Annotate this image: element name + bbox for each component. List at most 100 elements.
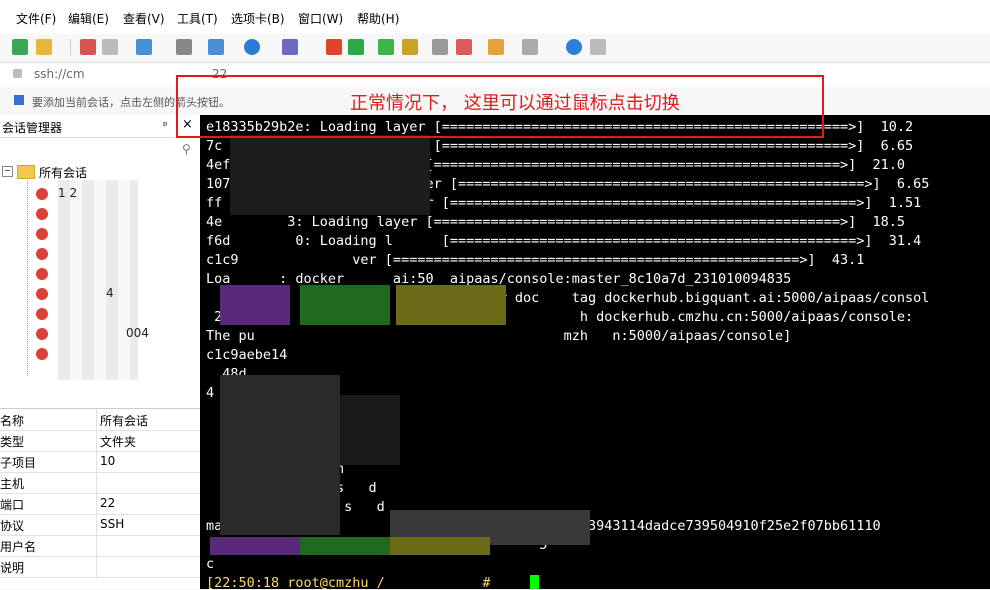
menu-item[interactable]: 窗口(W) <box>298 10 343 27</box>
terminal-line: c <box>206 556 215 572</box>
new-session-icon[interactable] <box>12 39 28 55</box>
property-value: 所有会话 <box>100 414 149 428</box>
terminal-line: f6d 0: Loading l [======================… <box>206 233 922 249</box>
terminal-line: The pu mzh n:5000/aipaas/console] <box>206 328 792 344</box>
collapse-icon[interactable]: − <box>2 166 13 177</box>
property-key: 协议 <box>0 519 25 533</box>
column-divider <box>96 451 97 472</box>
terminal-line: [22:50:18 root@cmzhu / # <box>206 575 499 589</box>
session-icon <box>36 208 48 220</box>
lock-icon <box>13 69 22 78</box>
toolbar <box>0 34 990 60</box>
redacted-block <box>390 537 490 555</box>
menu-item[interactable]: 查看(V) <box>123 10 165 27</box>
disconnect-icon[interactable] <box>102 39 118 55</box>
session-icon <box>36 228 48 240</box>
keyboard-icon[interactable] <box>432 39 448 55</box>
globe-icon[interactable] <box>244 39 260 55</box>
redacted-block <box>230 135 430 215</box>
session-node[interactable]: 4 <box>26 285 196 303</box>
session-node[interactable] <box>26 225 196 243</box>
menu-item[interactable]: 帮助(H) <box>357 10 399 27</box>
session-icon <box>36 328 48 340</box>
property-row: 名称 所有会话 <box>0 409 200 431</box>
property-key: 端口 <box>0 498 25 512</box>
menu-item[interactable]: 选项卡(B) <box>231 10 285 27</box>
session-icon <box>36 288 48 300</box>
tree-root-all-sessions[interactable]: − 所有会话 <box>2 163 192 181</box>
property-row: 用户名 <box>0 535 200 557</box>
session-node[interactable] <box>26 305 196 323</box>
session-manager-panel: 会话管理器 ᵖ × ⚲ − 所有会话 名称 所有会话 类型 文件夹子项目 10 主机端口 2… <box>0 115 201 589</box>
menu-item[interactable]: 工具(T) <box>177 10 218 27</box>
session-node[interactable] <box>26 265 196 283</box>
property-value: 22 <box>100 496 116 510</box>
session-node[interactable]: 1 2 <box>26 185 196 203</box>
redacted-block <box>340 395 400 465</box>
session-icon <box>36 348 48 360</box>
property-key: 子项目 <box>0 456 37 470</box>
transfer-icon[interactable] <box>348 39 364 55</box>
session-label: 4 <box>106 286 114 300</box>
redacted-block <box>300 537 390 555</box>
session-icon <box>36 268 48 280</box>
property-row: 端口 22 <box>0 493 200 515</box>
property-row: 类型 文件夹 <box>0 430 200 452</box>
open-folder-icon[interactable] <box>36 39 52 55</box>
properties-table: 名称 所有会话 类型 文件夹子项目 10 主机端口 22 协议 SSH 用户名说明 <box>0 408 200 590</box>
redacted-block <box>220 375 340 535</box>
chat-icon[interactable] <box>590 39 606 55</box>
font-icon[interactable] <box>282 39 298 55</box>
session-icon <box>36 308 48 320</box>
redacted-block <box>396 285 506 325</box>
new-tab-icon[interactable] <box>488 39 504 55</box>
terminal-cursor <box>530 575 539 589</box>
help-icon[interactable] <box>566 39 582 55</box>
xftp-icon[interactable] <box>326 39 342 55</box>
duplicate-icon[interactable] <box>136 39 152 55</box>
column-divider <box>96 514 97 535</box>
session-search[interactable]: ⚲ <box>0 140 200 160</box>
folder-icon <box>17 165 35 179</box>
property-key: 主机 <box>0 477 25 491</box>
connect-icon[interactable] <box>80 39 96 55</box>
find-icon[interactable] <box>176 39 192 55</box>
menu-item[interactable]: 编辑(E) <box>68 10 109 27</box>
session-node[interactable] <box>26 345 196 363</box>
property-row: 主机 <box>0 472 200 494</box>
column-divider <box>96 409 97 430</box>
session-label: 1 2 <box>58 186 78 200</box>
fullscreen-icon[interactable] <box>378 39 394 55</box>
redacted-block <box>300 285 390 325</box>
column-divider <box>96 472 97 493</box>
session-node[interactable] <box>26 245 196 263</box>
column-divider <box>96 430 97 451</box>
redacted-block <box>210 537 300 555</box>
session-node[interactable] <box>26 205 196 223</box>
highlight-icon[interactable] <box>456 39 472 55</box>
property-value: 10 <box>100 454 116 468</box>
session-manager-header: 会话管理器 ᵖ × <box>0 115 200 138</box>
session-icon <box>36 188 48 200</box>
property-row: 说明 <box>0 556 200 578</box>
annotation-text: 正常情况下， 这里可以通过鼠标点击切换 <box>350 93 680 114</box>
add-session-arrow-icon[interactable] <box>14 95 24 105</box>
session-label: 004 <box>126 326 149 340</box>
menu-bar: 文件(F) 编辑(E) 查看(V) 工具(T) 选项卡(B) 窗口(W) 帮助(H) <box>0 0 990 35</box>
session-manager-title: 会话管理器 <box>2 121 63 135</box>
properties-icon[interactable] <box>208 39 224 55</box>
column-divider <box>96 535 97 556</box>
column-divider <box>96 493 97 514</box>
menu-item[interactable]: 文件(F) <box>16 10 56 27</box>
layout-icon[interactable] <box>522 39 538 55</box>
terminal-pane[interactable]: [22:50:18 root@cmzhu / # c /home/ 5maste… <box>200 115 990 589</box>
session-node[interactable]: 004 <box>26 325 196 343</box>
session-icon <box>36 248 48 260</box>
pin-icon[interactable]: ᵖ <box>163 119 168 132</box>
property-key: 说明 <box>0 561 25 575</box>
terminal-line: 4e 3: Loading layer [===================… <box>206 214 905 230</box>
property-value: SSH <box>100 517 125 531</box>
property-value: 文件夹 <box>100 435 137 449</box>
lock-icon[interactable] <box>402 39 418 55</box>
search-icon[interactable]: ⚲ <box>182 142 191 156</box>
